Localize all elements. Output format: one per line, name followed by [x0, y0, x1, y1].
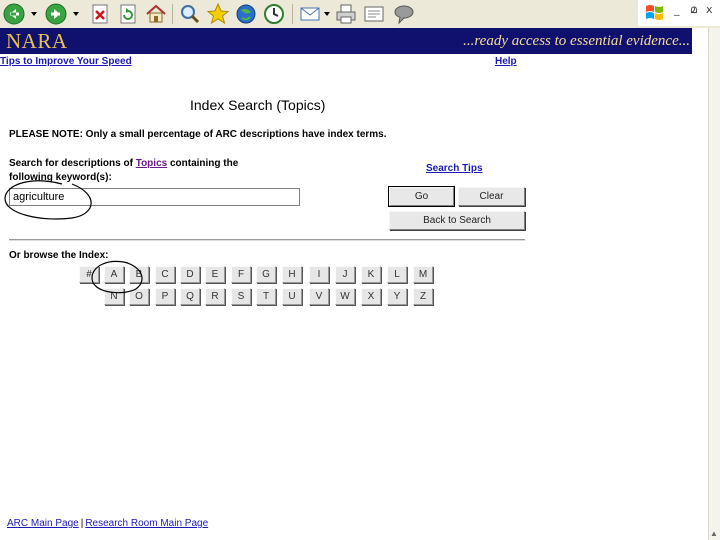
restore-button[interactable]: മ — [690, 3, 697, 17]
print-icon[interactable] — [334, 2, 358, 26]
close-button[interactable]: x — [706, 3, 713, 16]
windows-logo — [644, 2, 666, 22]
scroll-down-arrow-icon[interactable]: ▲ — [710, 529, 718, 538]
keyword-input[interactable] — [9, 188, 300, 206]
footer-links: ARC Main Page | Research Room Main Page — [7, 518, 208, 529]
toolbar-separator — [292, 4, 293, 24]
nara-logo[interactable]: NARA — [6, 29, 68, 54]
index-letter-v[interactable]: V — [309, 288, 329, 305]
window-controls: _ മ x — [638, 0, 720, 26]
edit-icon[interactable] — [362, 2, 386, 26]
index-letter-z[interactable]: Z — [413, 288, 433, 305]
index-letter-h[interactable]: H — [282, 266, 302, 283]
index-letter-hash[interactable]: # — [79, 266, 99, 283]
toolbar-separator — [172, 4, 173, 24]
help-link[interactable]: Help — [495, 56, 517, 67]
go-button[interactable]: Go — [388, 186, 455, 207]
browser-toolbar: _ മ x — [0, 0, 720, 28]
clear-button[interactable]: Clear — [458, 187, 525, 206]
refresh-icon[interactable] — [116, 2, 140, 26]
index-letter-w[interactable]: W — [335, 288, 355, 305]
mail-icon[interactable] — [298, 2, 322, 26]
index-letter-x[interactable]: X — [361, 288, 381, 305]
history-icon[interactable] — [262, 2, 286, 26]
search-tips-link[interactable]: Search Tips — [426, 163, 483, 174]
mail-dropdown-icon[interactable] — [323, 10, 331, 18]
index-letter-e[interactable]: E — [205, 266, 225, 283]
page-title: Index Search (Topics) — [190, 97, 326, 113]
index-letter-q[interactable]: Q — [180, 288, 200, 305]
index-letter-m[interactable]: M — [413, 266, 433, 283]
index-letter-y[interactable]: Y — [387, 288, 407, 305]
index-letter-l[interactable]: L — [387, 266, 407, 283]
index-letter-n[interactable]: N — [104, 288, 124, 305]
index-letter-t[interactable]: T — [256, 288, 276, 305]
index-letter-p[interactable]: P — [155, 288, 175, 305]
media-icon[interactable] — [234, 2, 258, 26]
index-letter-d[interactable]: D — [180, 266, 200, 283]
back-to-search-button[interactable]: Back to Search — [389, 211, 525, 230]
tips-speed-link[interactable]: Tips to Improve Your Speed — [0, 56, 132, 67]
index-letter-k[interactable]: K — [361, 266, 381, 283]
stop-icon[interactable] — [88, 2, 112, 26]
arc-main-page-link[interactable]: ARC Main Page — [7, 518, 79, 529]
nara-banner: NARA ...ready access to essential eviden… — [0, 28, 692, 54]
minimize-button[interactable]: _ — [674, 3, 680, 16]
topics-link[interactable]: Topics — [136, 158, 167, 169]
notice-text: PLEASE NOTE: Only a small percentage of … — [9, 129, 387, 140]
forward-dropdown-icon[interactable] — [72, 10, 80, 18]
forward-icon[interactable] — [44, 2, 68, 26]
home-icon[interactable] — [144, 2, 168, 26]
back-dropdown-icon[interactable] — [30, 10, 38, 18]
discuss-icon[interactable] — [392, 2, 416, 26]
browse-label: Or browse the Index: — [9, 250, 109, 261]
footer-separator: | — [80, 518, 84, 529]
index-letter-c[interactable]: C — [155, 266, 175, 283]
search-label: Search for descriptions of Topics contai… — [9, 157, 279, 185]
back-icon[interactable] — [2, 2, 26, 26]
search-label-start: Search for descriptions of — [9, 158, 136, 169]
index-letter-i[interactable]: I — [309, 266, 329, 283]
index-letter-f[interactable]: F — [231, 266, 251, 283]
vertical-scrollbar[interactable]: ▲ — [708, 28, 720, 540]
index-letter-o[interactable]: O — [129, 288, 149, 305]
index-letter-r[interactable]: R — [205, 288, 225, 305]
search-icon[interactable] — [178, 2, 202, 26]
index-letter-u[interactable]: U — [282, 288, 302, 305]
favorites-icon[interactable] — [206, 2, 230, 26]
section-divider — [9, 239, 525, 241]
index-letter-a[interactable]: A — [104, 266, 124, 283]
index-letter-j[interactable]: J — [335, 266, 355, 283]
index-letter-s[interactable]: S — [231, 288, 251, 305]
research-room-link[interactable]: Research Room Main Page — [85, 518, 208, 529]
banner-tagline: ...ready access to essential evidence... — [463, 33, 690, 49]
index-letter-g[interactable]: G — [256, 266, 276, 283]
index-letter-b[interactable]: B — [129, 266, 149, 283]
